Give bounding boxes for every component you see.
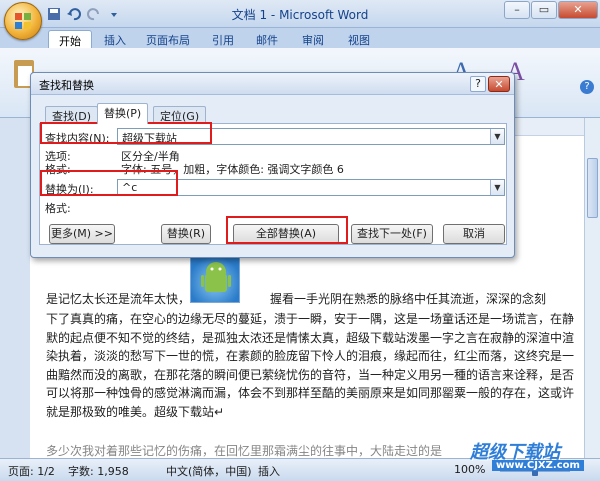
android-image[interactable] [190, 253, 240, 303]
title-bar: 文档 1 - Microsoft Word – ▭ ✕ [0, 0, 600, 28]
tab-mailings[interactable]: 邮件 [246, 30, 288, 50]
doc-line-1a: 是记忆太长还是流年太快， [46, 292, 191, 306]
tab-view[interactable]: 视图 [338, 30, 380, 50]
ribbon-tabs: 开始 插入 页面布局 引用 邮件 审阅 视图 [0, 28, 600, 51]
find-label: 查找内容(N): [45, 132, 110, 145]
tab-review[interactable]: 审阅 [292, 30, 334, 50]
find-input[interactable]: 超级下载站 ▼ [117, 128, 505, 145]
tab-insert[interactable]: 插入 [94, 30, 136, 50]
replace-dropdown-icon[interactable]: ▼ [490, 180, 504, 195]
vertical-scrollbar[interactable] [584, 118, 600, 458]
page-count[interactable]: 页面: 1/2 [8, 463, 55, 479]
replace-input-value: ^c [122, 181, 138, 194]
left-margin [0, 118, 30, 458]
find-input-value: 超级下载站 [122, 132, 177, 145]
replace-all-button[interactable]: 全部替换(A) [233, 224, 339, 244]
find-next-button[interactable]: 查找下一处(F) [351, 224, 433, 244]
dialog-title: 查找和替换 [39, 79, 94, 92]
scroll-thumb[interactable] [587, 158, 598, 218]
tab-references[interactable]: 引用 [202, 30, 244, 50]
language-indicator[interactable]: 中文(简体，中国) [166, 463, 252, 479]
doc-paragraph: 下了真真的痛，在空心的边缘无尽的蔓延，溃于一瞬，安于一隅，这是一场童话还是一场谎… [46, 312, 575, 419]
find-replace-dialog: 查找和替换 ? ✕ 查找(D) 替换(P) 定位(G) 查找内容(N): 超级下… [30, 72, 515, 258]
dialog-help-button[interactable]: ? [470, 76, 486, 92]
insert-mode[interactable]: 插入 [258, 463, 280, 479]
replace-format-label: 格式: [45, 202, 71, 215]
word-count[interactable]: 字数: 1,958 [68, 463, 129, 479]
format-label: 格式: [45, 163, 71, 176]
office-logo-icon [15, 13, 31, 29]
dialog-title-bar[interactable]: 查找和替换 ? ✕ [31, 73, 514, 95]
replace-label: 替换为(I): [45, 183, 94, 196]
tab-find[interactable]: 查找(D) [45, 106, 99, 123]
tab-replace[interactable]: 替换(P) [97, 103, 149, 124]
cancel-button[interactable]: 取消 [443, 224, 505, 244]
tab-page-layout[interactable]: 页面布局 [136, 30, 200, 50]
replace-input[interactable]: ^c ▼ [117, 179, 505, 196]
zoom-level[interactable]: 100% [454, 463, 485, 476]
watermark-url: www.CJXZ.com [492, 460, 584, 471]
format-value: 字体: 五号，加粗，字体颜色: 强调文字颜色 6 [121, 163, 344, 176]
restore-button[interactable]: ▭ [531, 1, 557, 19]
android-icon [201, 262, 231, 292]
replace-button[interactable]: 替换(R) [161, 224, 211, 244]
doc-line-1b: 握看一手光阴在熟悉的脉络中任其流逝，深深的念刻 [270, 292, 547, 306]
minimize-button[interactable]: – [504, 1, 530, 19]
help-icon[interactable]: ? [580, 80, 594, 94]
office-button[interactable] [4, 2, 42, 40]
tab-goto[interactable]: 定位(G) [153, 106, 207, 123]
more-button[interactable]: 更多(M) >> [49, 224, 115, 244]
dialog-close-button[interactable]: ✕ [488, 76, 510, 92]
find-dropdown-icon[interactable]: ▼ [490, 129, 504, 144]
close-button[interactable]: ✕ [558, 1, 598, 19]
